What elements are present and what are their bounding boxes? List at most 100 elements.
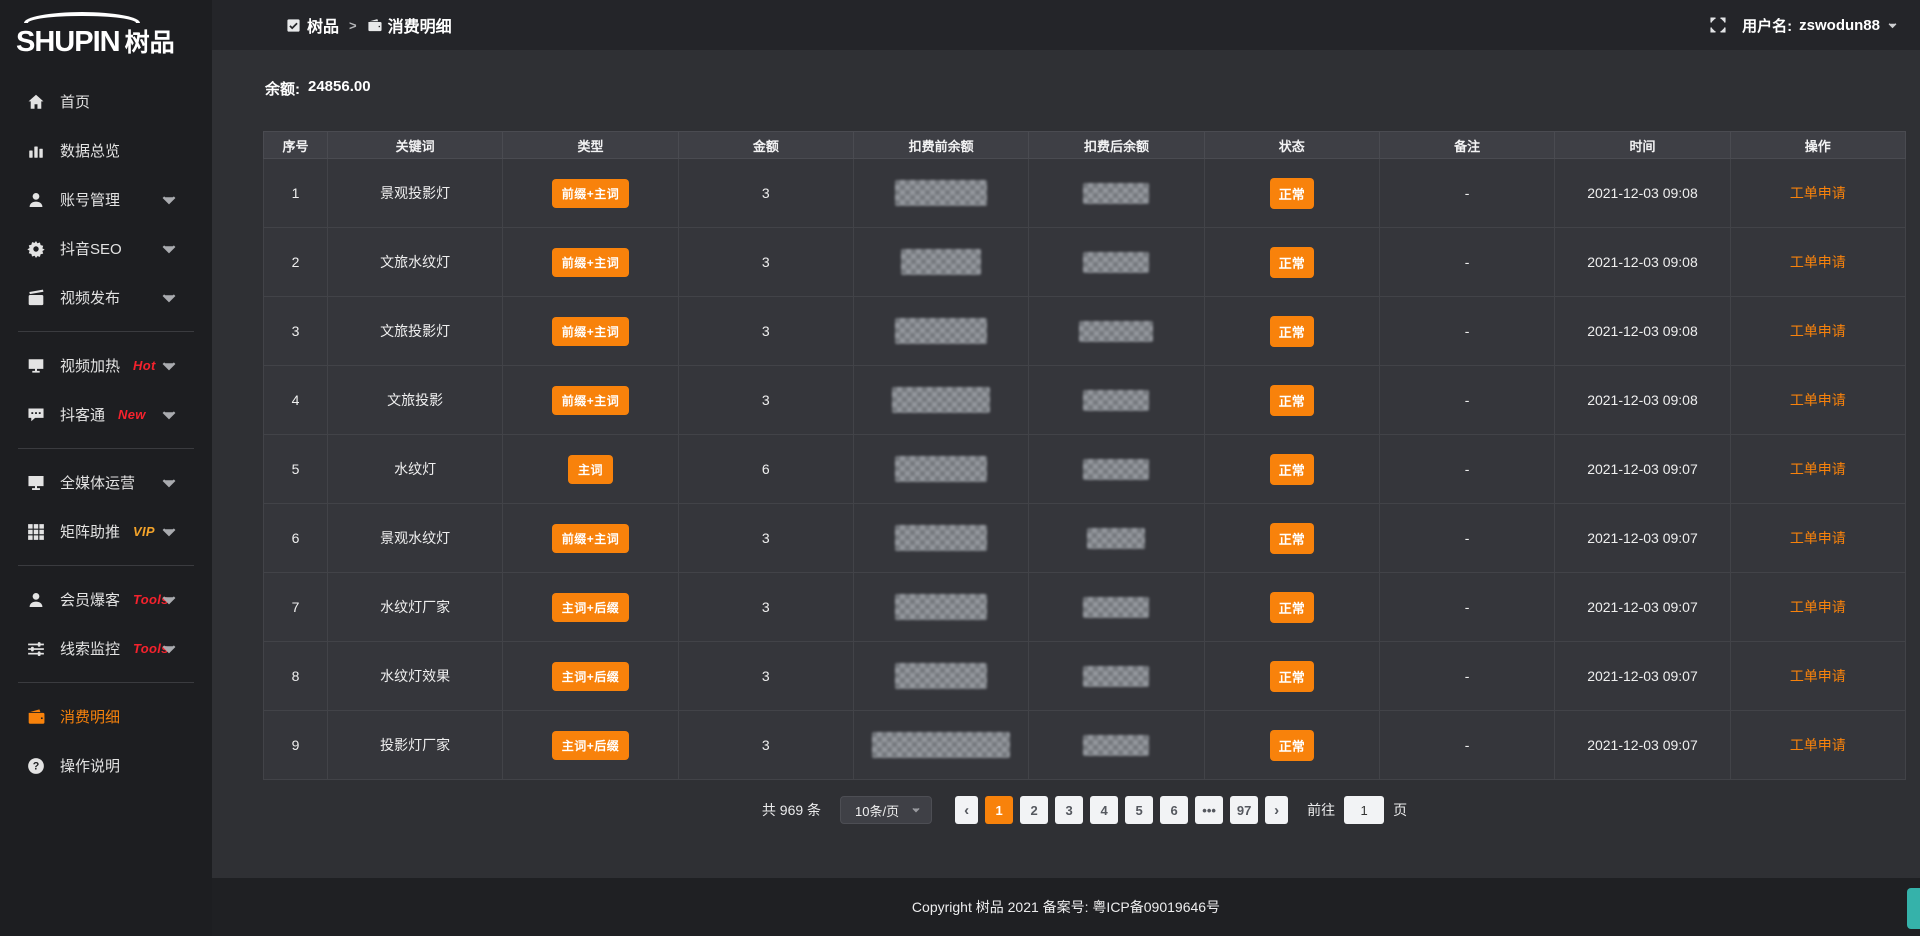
cell-amount: 3 xyxy=(678,711,853,780)
cell-action: 工单申请 xyxy=(1730,297,1905,366)
user-icon xyxy=(27,591,45,609)
cell-status: 正常 xyxy=(1204,573,1379,642)
sidebar-item-matrix-boost[interactable]: 矩阵助推VIP xyxy=(0,507,212,556)
work-order-link[interactable]: 工单申请 xyxy=(1790,599,1846,615)
chat-icon xyxy=(27,406,45,424)
column-header: 类型 xyxy=(503,132,678,159)
sidebar-item-badge: New xyxy=(118,407,146,422)
cell-type: 主词+后缀 xyxy=(503,573,678,642)
cell-keyword: 文旅水纹灯 xyxy=(328,228,503,297)
brand-name-en: SHUPIN xyxy=(16,26,120,59)
gear-icon xyxy=(27,240,45,258)
status-badge: 正常 xyxy=(1270,592,1314,623)
app-icon xyxy=(286,18,301,33)
cell-keyword: 景观水纹灯 xyxy=(328,504,503,573)
topbar: 树品 > 消费明细 用户名: zswodun88 xyxy=(212,0,1920,50)
cell-amount: 3 xyxy=(678,366,853,435)
work-order-link[interactable]: 工单申请 xyxy=(1790,254,1846,270)
monitor-icon xyxy=(27,474,45,492)
sidebar-item-home[interactable]: 首页 xyxy=(0,77,212,126)
chevron-down-icon xyxy=(160,523,178,541)
column-header: 备注 xyxy=(1379,132,1554,159)
cell-balance-before xyxy=(853,297,1028,366)
goto-page-input[interactable] xyxy=(1344,796,1384,824)
cell-status: 正常 xyxy=(1204,435,1379,504)
cell-remark: - xyxy=(1379,573,1554,642)
cell-index: 8 xyxy=(264,642,328,711)
cell-amount: 3 xyxy=(678,297,853,366)
redacted-balance-before xyxy=(895,663,987,689)
cell-status: 正常 xyxy=(1204,159,1379,228)
column-header: 金额 xyxy=(678,132,853,159)
cell-balance-after xyxy=(1029,504,1204,573)
sidebar-item-account-manage[interactable]: 账号管理 xyxy=(0,175,212,224)
cell-time: 2021-12-03 09:07 xyxy=(1555,504,1730,573)
page-button[interactable]: 6 xyxy=(1160,796,1188,824)
cell-amount: 3 xyxy=(678,228,853,297)
redacted-balance-before xyxy=(892,387,990,413)
type-badge: 主词 xyxy=(568,455,613,484)
page-button[interactable]: 5 xyxy=(1125,796,1153,824)
balance-label: 余额: xyxy=(265,78,300,99)
prev-page-button[interactable]: ‹ xyxy=(955,796,978,824)
sidebar-item-media-operation[interactable]: 全媒体运营 xyxy=(0,458,212,507)
cell-type: 前缀+主词 xyxy=(503,504,678,573)
breadcrumb-root[interactable]: 树品 xyxy=(286,13,339,37)
cell-time: 2021-12-03 09:07 xyxy=(1555,573,1730,642)
cell-keyword: 水纹灯 xyxy=(328,435,503,504)
page-size-select[interactable]: 10条/页 xyxy=(840,796,932,824)
chevron-down-icon xyxy=(160,289,178,307)
page-button[interactable]: 2 xyxy=(1020,796,1048,824)
redacted-balance-before xyxy=(895,525,987,551)
sidebar-item-label: 全媒体运营 xyxy=(60,472,135,493)
sidebar-item-video-publish[interactable]: 视频发布 xyxy=(0,273,212,322)
table-row: 5水纹灯主词6正常-2021-12-03 09:07工单申请 xyxy=(264,435,1906,504)
page-button[interactable]: 3 xyxy=(1055,796,1083,824)
status-badge: 正常 xyxy=(1270,523,1314,554)
cell-remark: - xyxy=(1379,297,1554,366)
fullscreen-icon[interactable] xyxy=(1710,17,1726,33)
work-order-link[interactable]: 工单申请 xyxy=(1790,323,1846,339)
grid-icon xyxy=(27,523,45,541)
breadcrumb-current[interactable]: 消费明细 xyxy=(367,13,452,37)
cell-keyword: 水纹灯效果 xyxy=(328,642,503,711)
cell-type: 主词+后缀 xyxy=(503,711,678,780)
page-button[interactable]: 1 xyxy=(985,796,1013,824)
sidebar-item-douketong[interactable]: 抖客通New xyxy=(0,390,212,439)
chevron-down-icon xyxy=(160,357,178,375)
work-order-link[interactable]: 工单申请 xyxy=(1790,530,1846,546)
next-page-button[interactable]: › xyxy=(1265,796,1288,824)
cell-balance-before xyxy=(853,366,1028,435)
user-menu[interactable]: 用户名: zswodun88 xyxy=(1742,15,1898,36)
breadcrumb: 树品 > 消费明细 xyxy=(286,13,452,37)
sidebar-item-member-burst[interactable]: 会员爆客Tools xyxy=(0,575,212,624)
floating-service-widget[interactable] xyxy=(1907,888,1920,929)
brand-logo[interactable]: SHUPIN 树品 xyxy=(0,0,212,63)
work-order-link[interactable]: 工单申请 xyxy=(1790,461,1846,477)
cell-keyword: 景观投影灯 xyxy=(328,159,503,228)
chevron-down-icon xyxy=(911,805,921,815)
home-icon xyxy=(27,93,45,111)
sidebar-item-consume-detail[interactable]: 消费明细 xyxy=(0,692,212,741)
pager-ellipsis[interactable]: ••• xyxy=(1195,796,1223,824)
sliders-icon xyxy=(27,640,45,658)
sidebar-item-clue-monitor[interactable]: 线索监控Tools xyxy=(0,624,212,673)
sidebar-item-data-overview[interactable]: 数据总览 xyxy=(0,126,212,175)
sidebar-item-douyin-seo[interactable]: 抖音SEO xyxy=(0,224,212,273)
sidebar-item-operation-guide[interactable]: ?操作说明 xyxy=(0,741,212,790)
work-order-link[interactable]: 工单申请 xyxy=(1790,737,1846,753)
cell-action: 工单申请 xyxy=(1730,573,1905,642)
page-button[interactable]: 97 xyxy=(1230,796,1258,824)
cell-index: 5 xyxy=(264,435,328,504)
work-order-link[interactable]: 工单申请 xyxy=(1790,668,1846,684)
type-badge: 前缀+主词 xyxy=(552,179,630,208)
page-button[interactable]: 4 xyxy=(1090,796,1118,824)
work-order-link[interactable]: 工单申请 xyxy=(1790,185,1846,201)
sidebar: SHUPIN 树品 首页数据总览账号管理抖音SEO视频发布视频加热Hot抖客通N… xyxy=(0,0,212,936)
work-order-link[interactable]: 工单申请 xyxy=(1790,392,1846,408)
sidebar-item-video-heat[interactable]: 视频加热Hot xyxy=(0,341,212,390)
chevron-down-icon xyxy=(1887,20,1898,31)
cell-balance-after xyxy=(1029,711,1204,780)
cell-amount: 3 xyxy=(678,504,853,573)
cell-keyword: 文旅投影灯 xyxy=(328,297,503,366)
